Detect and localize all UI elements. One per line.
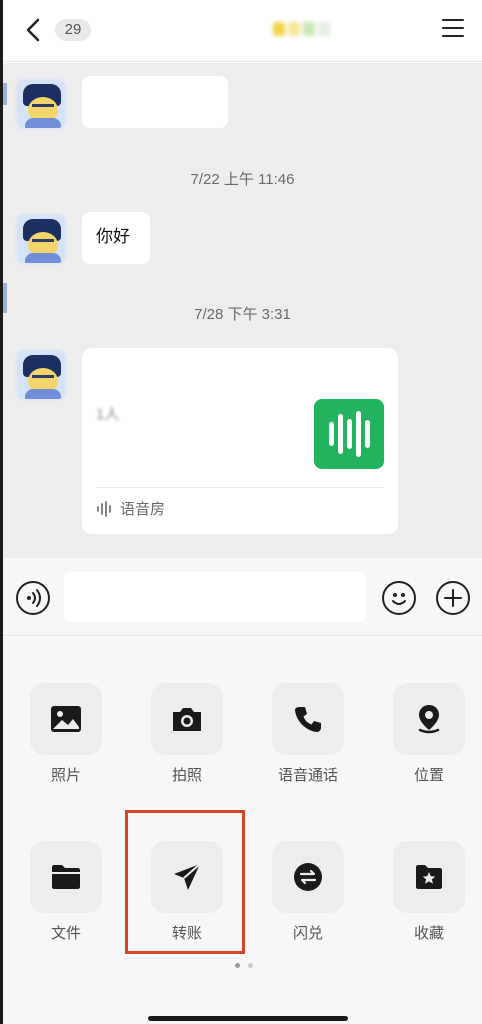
location-pin-icon bbox=[418, 705, 440, 734]
page-dot bbox=[248, 963, 253, 968]
action-label: 照片 bbox=[50, 767, 81, 784]
divider bbox=[96, 487, 384, 488]
message-bubble[interactable]: 你好 bbox=[82, 212, 150, 264]
phone-icon bbox=[295, 707, 321, 732]
action-label: 语音通话 bbox=[277, 767, 338, 784]
title-badges bbox=[273, 22, 330, 36]
avatar[interactable] bbox=[15, 78, 67, 130]
card-footer: 语音房 bbox=[96, 498, 165, 519]
photo-icon bbox=[51, 706, 81, 732]
back-button[interactable] bbox=[21, 16, 47, 44]
more-actions-button[interactable] bbox=[436, 581, 470, 615]
favorites-star-icon bbox=[416, 865, 442, 889]
voice-room-card[interactable]: 1人 语音房 bbox=[82, 348, 398, 534]
message-input[interactable] bbox=[64, 572, 366, 622]
camera-icon bbox=[173, 708, 201, 731]
card-footer-label: 语音房 bbox=[120, 501, 166, 518]
voice-input-button[interactable] bbox=[16, 581, 50, 615]
action-photo[interactable]: 照片 bbox=[23, 683, 109, 785]
exchange-icon bbox=[294, 863, 322, 891]
audio-wave-icon bbox=[97, 500, 111, 517]
app-frame: 29 7/22 上午 11:46 你好 7/28 下午 3:31 1人 语音房 … bbox=[0, 0, 482, 1024]
action-location[interactable]: 位置 bbox=[386, 683, 472, 785]
input-bar bbox=[3, 558, 482, 636]
action-label: 闪兑 bbox=[292, 925, 323, 942]
voice-input-icon bbox=[27, 589, 41, 607]
action-panel: 照片 拍照 语音通话 位置 文件 转账 闪兑 收藏 bbox=[3, 637, 482, 1024]
message-timestamp: 7/22 上午 11:46 bbox=[190, 171, 295, 188]
home-indicator[interactable] bbox=[148, 1016, 348, 1021]
action-label: 拍照 bbox=[171, 767, 202, 784]
action-exchange[interactable]: 闪兑 bbox=[265, 841, 351, 943]
avatar[interactable] bbox=[15, 213, 67, 265]
unread-count-badge: 29 bbox=[55, 19, 91, 41]
action-label: 位置 bbox=[413, 767, 444, 784]
action-favorites[interactable]: 收藏 bbox=[386, 841, 472, 943]
folder-icon bbox=[52, 865, 80, 889]
message-timestamp: 7/28 下午 3:31 bbox=[194, 306, 291, 323]
page-indicator bbox=[235, 963, 253, 968]
plus-icon bbox=[444, 589, 462, 607]
message-bubble[interactable] bbox=[82, 76, 228, 128]
action-label: 文件 bbox=[50, 925, 81, 942]
chat-area[interactable]: 7/22 上午 11:46 你好 7/28 下午 3:31 1人 语音房 bbox=[3, 63, 482, 558]
action-camera[interactable]: 拍照 bbox=[144, 683, 230, 785]
emoji-button[interactable] bbox=[382, 581, 416, 615]
action-voice-call[interactable]: 语音通话 bbox=[265, 683, 351, 785]
message-text: 你好 bbox=[96, 227, 130, 246]
chat-title bbox=[151, 21, 271, 41]
emoji-icon bbox=[392, 593, 406, 605]
chevron-left-icon bbox=[26, 18, 40, 42]
chat-header: 29 bbox=[3, 0, 482, 62]
voice-room-thumbnail bbox=[314, 399, 384, 469]
page-dot-active bbox=[235, 963, 240, 968]
send-arrow-icon bbox=[174, 863, 201, 890]
card-subtitle: 1人 bbox=[96, 406, 120, 423]
action-file[interactable]: 文件 bbox=[23, 841, 109, 943]
avatar[interactable] bbox=[15, 349, 67, 401]
hamburger-menu-icon[interactable] bbox=[442, 19, 464, 39]
edge-marker bbox=[3, 83, 7, 105]
action-transfer[interactable]: 转账 bbox=[144, 841, 230, 943]
action-label: 转账 bbox=[171, 925, 202, 942]
action-label: 收藏 bbox=[413, 925, 444, 942]
